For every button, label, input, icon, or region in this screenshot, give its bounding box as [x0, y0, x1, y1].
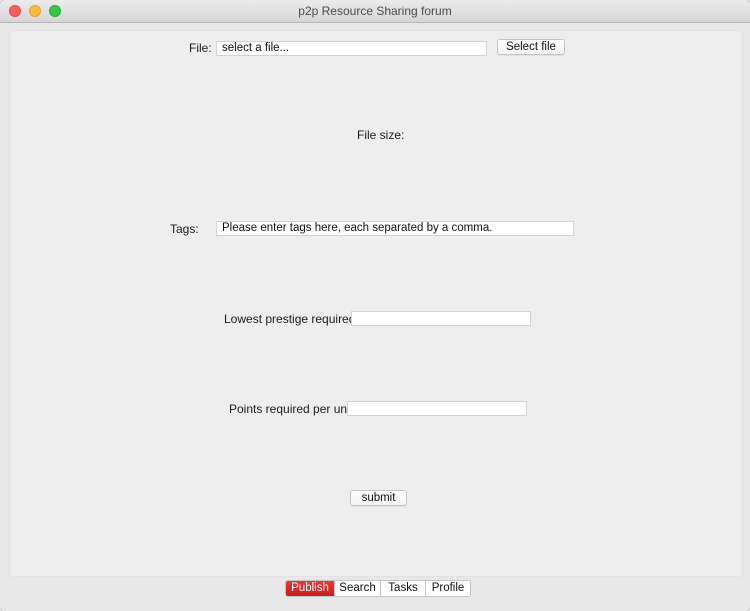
tab-search[interactable]: Search [335, 581, 381, 596]
prestige-label: Lowest prestige required: [224, 312, 359, 326]
title-bar: p2p Resource Sharing forum [0, 0, 750, 23]
prestige-input[interactable] [351, 311, 531, 326]
file-size-label: File size: [357, 128, 405, 142]
submit-button[interactable]: submit [350, 490, 407, 506]
points-label: Points required per unit: [229, 402, 357, 416]
file-label: File: [189, 41, 212, 55]
publish-panel: File: select a file... Select file File … [9, 30, 743, 577]
main-tab-bar: Publish Search Tasks Profile [285, 580, 471, 597]
tab-publish[interactable]: Publish [286, 581, 335, 596]
points-input[interactable] [347, 401, 527, 416]
file-path-field[interactable]: select a file... [216, 41, 487, 56]
window-title: p2p Resource Sharing forum [298, 4, 452, 18]
select-file-button[interactable]: Select file [497, 39, 565, 55]
app-window: p2p Resource Sharing forum File: select … [0, 0, 750, 611]
tags-label: Tags: [170, 222, 199, 236]
tags-input[interactable]: Please enter tags here, each separated b… [216, 221, 574, 236]
tab-tasks[interactable]: Tasks [381, 581, 426, 596]
tab-profile[interactable]: Profile [426, 581, 470, 596]
